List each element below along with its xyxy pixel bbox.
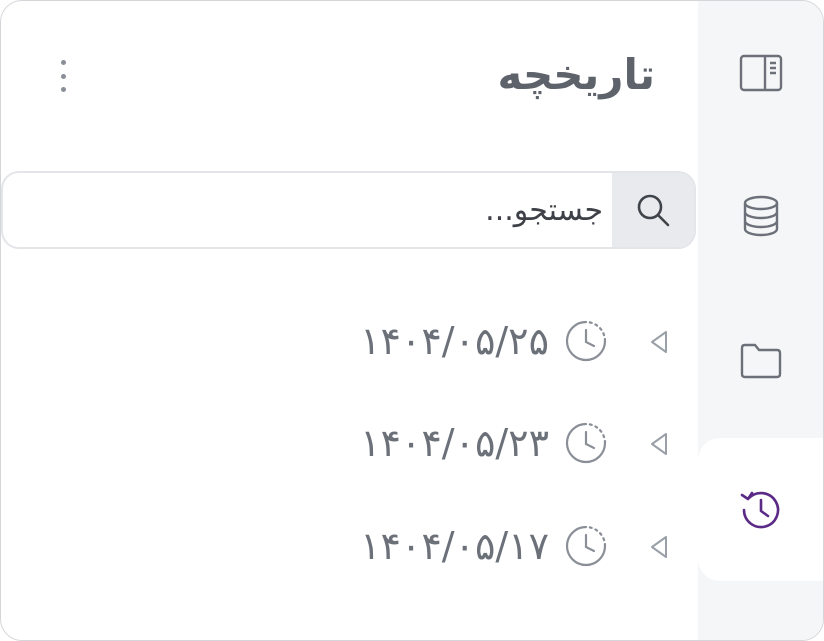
more-dot (60, 73, 66, 79)
rail-button-panel-toggle[interactable] (698, 23, 823, 123)
clock-icon (565, 422, 607, 464)
panel-title: تاریخچه (497, 50, 656, 99)
history-item[interactable]: ۱۴۰۴/۰۵/۲۵ (301, 311, 681, 371)
database-icon (743, 195, 778, 237)
side-rail (698, 1, 823, 640)
history-panel-window: تاریخچه ۱۴۰۴/۰۵/۲۵ ۱۴۰۴/۰۵/۲۳ (0, 0, 824, 641)
history-icon (740, 491, 779, 528)
more-dot (60, 87, 66, 92)
search-box (1, 171, 696, 249)
rail-button-folder[interactable] (698, 311, 823, 411)
clock-icon (565, 525, 607, 567)
clock-icon (565, 320, 607, 362)
rail-button-history[interactable] (698, 438, 823, 581)
expand-caret-icon[interactable] (649, 534, 669, 560)
rail-button-database[interactable] (698, 166, 823, 266)
more-dot (60, 60, 66, 65)
history-item-date: ۱۴۰۴/۰۵/۲۵ (360, 319, 549, 363)
search-icon (637, 194, 670, 227)
folder-icon (740, 343, 781, 379)
history-item[interactable]: ۱۴۰۴/۰۵/۱۷ (301, 516, 681, 576)
search-button[interactable] (612, 173, 694, 247)
search-input[interactable] (13, 173, 603, 247)
expand-caret-icon[interactable] (649, 329, 669, 355)
expand-caret-icon[interactable] (649, 431, 669, 457)
more-options-button[interactable] (49, 56, 77, 96)
history-item-date: ۱۴۰۴/۰۵/۲۳ (360, 421, 549, 465)
history-item[interactable]: ۱۴۰۴/۰۵/۲۳ (301, 413, 681, 473)
panel-toggle-icon (739, 54, 782, 92)
history-item-date: ۱۴۰۴/۰۵/۱۷ (360, 524, 549, 568)
